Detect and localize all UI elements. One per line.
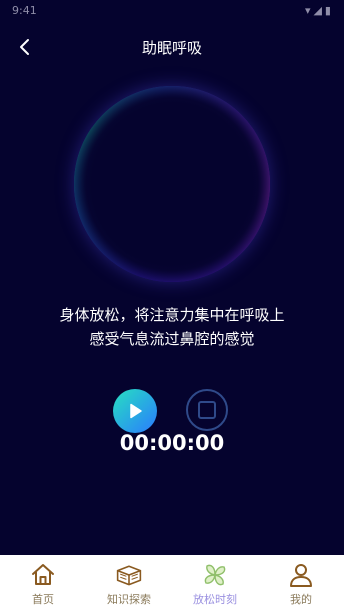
tab-bar: 首页 知识探索 放松时刻 我的 <box>0 555 344 611</box>
tab-home[interactable]: 首页 <box>0 555 86 611</box>
header: 助眠呼吸 <box>0 28 344 68</box>
tab-profile[interactable]: 我的 <box>258 555 344 611</box>
tab-knowledge[interactable]: 知识探索 <box>86 555 172 611</box>
user-icon <box>287 561 315 589</box>
timer-display: 00:00:00 <box>119 431 225 455</box>
page-title: 助眠呼吸 <box>141 39 202 57</box>
tab-knowledge-label: 知识探索 <box>107 593 151 606</box>
instruction-line-2: 感受气息流过鼻腔的感觉 <box>89 330 255 348</box>
tab-relax-label: 放松时刻 <box>193 593 237 606</box>
stop-icon <box>198 401 216 419</box>
home-icon <box>29 561 57 589</box>
tab-profile-label: 我的 <box>290 593 312 606</box>
breathing-instruction: 身体放松，将注意力集中在呼吸上 感受气息流过鼻腔的感觉 <box>20 303 324 351</box>
play-button[interactable] <box>113 389 157 433</box>
tab-relax[interactable]: 放松时刻 <box>172 555 258 611</box>
stop-button[interactable] <box>186 389 228 431</box>
instruction-line-1: 身体放松，将注意力集中在呼吸上 <box>59 306 285 324</box>
tab-home-label: 首页 <box>32 593 54 606</box>
pinwheel-icon <box>201 561 229 589</box>
status-icons: ▾◢▮ <box>304 4 334 17</box>
status-bar: 9:41 ▾◢▮ <box>0 0 344 22</box>
books-icon <box>115 561 143 589</box>
breathing-orb <box>74 86 270 282</box>
status-time: 9:41 <box>12 4 37 17</box>
play-icon <box>130 403 142 419</box>
